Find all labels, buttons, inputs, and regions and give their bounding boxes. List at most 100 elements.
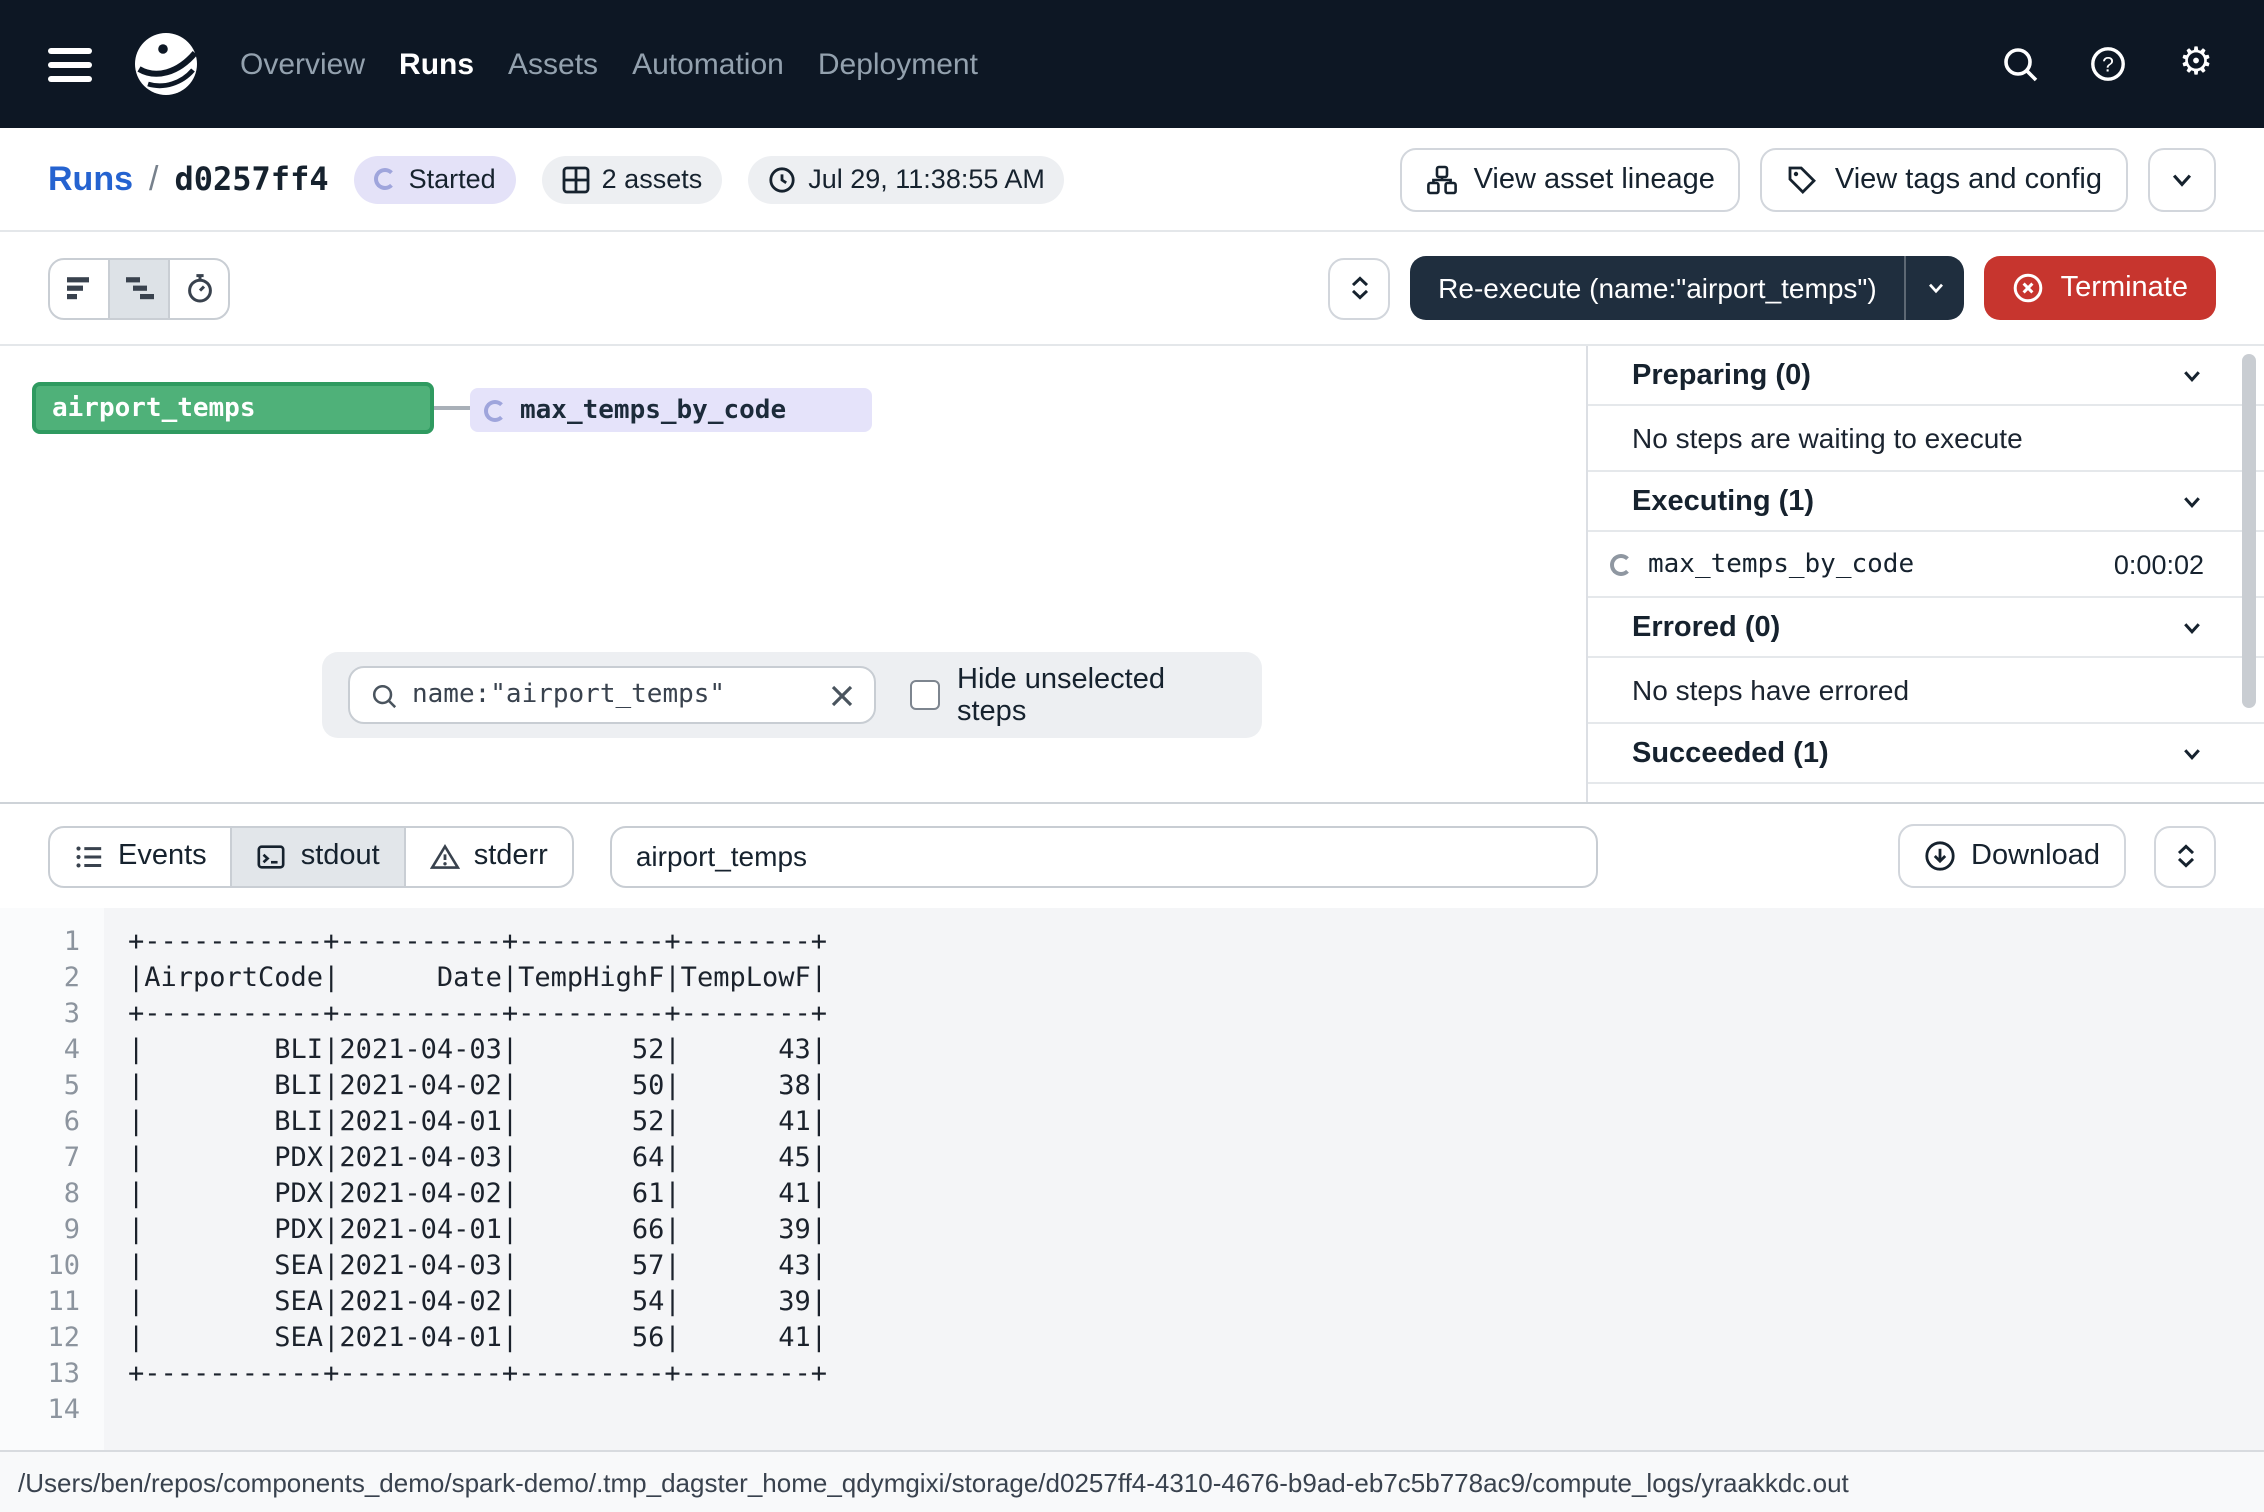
step-filter-value: name:"airport_temps" (412, 680, 815, 710)
log-line: 8| PDX|2021-04-02| 61| 41| (0, 1176, 2264, 1212)
executing-spinner-icon (1610, 553, 1632, 575)
run-status-badge: Started (355, 155, 516, 203)
tab-stdout[interactable]: stdout (231, 825, 406, 887)
toolbar-actions: Re-execute (name:"airport_temps") Termin… (1328, 256, 2216, 320)
chevron-down-icon (2180, 489, 2204, 513)
chevron-down-icon (2180, 615, 2204, 639)
assets-badge[interactable]: 2 assets (542, 155, 723, 203)
log-file-path: /Users/ben/repos/components_demo/spark-d… (18, 1467, 1849, 1497)
expand-logs-button[interactable] (2154, 825, 2216, 887)
running-spinner-icon (484, 399, 506, 421)
breadcrumb-runs-link[interactable]: Runs (48, 159, 133, 199)
download-icon (1923, 840, 1955, 872)
log-line: 10| SEA|2021-04-03| 57| 43| (0, 1248, 2264, 1284)
log-line: 14 (0, 1392, 2264, 1428)
step-filter-bar: name:"airport_temps" Hide unselected ste… (322, 652, 1262, 738)
chevron-down-icon (2168, 165, 2196, 193)
timestamp-badge: Jul 29, 11:38:55 AM (748, 155, 1065, 203)
chevron-down-icon (2180, 741, 2204, 765)
reexecute-button[interactable]: Re-execute (name:"airport_temps") (1410, 256, 1965, 320)
section-executing-header[interactable]: Executing (1) (1588, 472, 2264, 532)
search-icon[interactable] (2000, 44, 2040, 84)
log-line: 11| SEA|2021-04-02| 54| 39| (0, 1284, 2264, 1320)
nav-item-assets[interactable]: Assets (508, 47, 598, 81)
log-actions: Download (1897, 824, 2216, 888)
stdout-log-content: 1+-----------+----------+---------+-----… (0, 908, 2264, 1452)
section-preparing-header[interactable]: Preparing (0) (1588, 346, 2264, 406)
run-toolbar: Re-execute (name:"airport_temps") Termin… (0, 232, 2264, 346)
clear-filter-icon[interactable] (829, 683, 853, 707)
section-errored-header[interactable]: Errored (0) (1588, 598, 2264, 658)
gantt-timer-view-button[interactable] (168, 257, 230, 319)
errored-empty-text: No steps have errored (1588, 658, 2264, 724)
gantt-waterfall-view-button[interactable] (108, 257, 170, 319)
run-id: d0257ff4 (174, 160, 328, 198)
section-succeeded-header[interactable]: Succeeded (1) (1588, 724, 2264, 784)
tab-events[interactable]: Events (48, 825, 233, 887)
tag-icon (1787, 163, 1819, 195)
preparing-empty-text: No steps are waiting to execute (1588, 406, 2264, 472)
up-down-chevrons-icon (2171, 842, 2199, 870)
dagster-logo-icon[interactable] (128, 26, 204, 102)
warning-triangle-icon (430, 841, 460, 871)
header-actions: View asset lineage View tags and config (1400, 147, 2216, 211)
nav-item-automation[interactable]: Automation (632, 47, 784, 81)
grid-icon (562, 165, 590, 193)
terminate-button[interactable]: Terminate (1985, 256, 2216, 320)
tab-stderr[interactable]: stderr (404, 825, 574, 887)
expand-panel-button[interactable] (1328, 257, 1390, 319)
log-line: 2|AirportCode| Date|TempHighF|TempLowF| (0, 960, 2264, 996)
log-line: 9| PDX|2021-04-01| 66| 39| (0, 1212, 2264, 1248)
log-panel: Events stdout stderr airport_temps Downl… (0, 802, 2264, 1450)
gantt-flat-view-button[interactable] (48, 257, 110, 319)
gantt-view-toggle (48, 257, 230, 319)
step-filter-input[interactable]: name:"airport_temps" (348, 666, 875, 724)
log-line: 4| BLI|2021-04-03| 52| 43| (0, 1032, 2264, 1068)
log-line: 5| BLI|2021-04-02| 50| 38| (0, 1068, 2264, 1104)
help-icon[interactable]: ? (2088, 44, 2128, 84)
log-line: 3+-----------+----------+---------+-----… (0, 996, 2264, 1032)
log-line: 6| BLI|2021-04-01| 52| 41| (0, 1104, 2264, 1140)
menu-icon[interactable] (48, 47, 92, 81)
search-icon (370, 681, 398, 709)
view-tags-config-button[interactable]: View tags and config (1761, 147, 2128, 211)
gear-icon[interactable]: ⚙ (2176, 44, 2216, 84)
reexecute-dropdown-button[interactable] (1905, 256, 1965, 320)
step-connector-line (434, 406, 470, 410)
svg-text:?: ? (2102, 54, 2114, 77)
flat-bars-icon (63, 272, 95, 304)
step-elapsed-time: 0:00:02 (2114, 549, 2204, 579)
waterfall-bars-icon (123, 272, 155, 304)
circle-x-icon (2013, 272, 2045, 304)
gantt-step-airport-temps[interactable]: airport_temps (32, 382, 434, 434)
run-header: Runs / d0257ff4 Started 2 assets Jul 29,… (0, 128, 2264, 232)
nav-item-overview[interactable]: Overview (240, 47, 365, 81)
log-line: 1+-----------+----------+---------+-----… (0, 924, 2264, 960)
run-steps-sidebar: Preparing (0) No steps are waiting to ex… (1586, 346, 2264, 802)
nav-links: Overview Runs Assets Automation Deployme… (240, 47, 978, 81)
sidebar-scrollbar[interactable] (2242, 354, 2256, 708)
log-file-path-bar: /Users/ben/repos/components_demo/spark-d… (0, 1450, 2264, 1512)
nav-item-runs[interactable]: Runs (399, 47, 474, 81)
header-more-button[interactable] (2148, 147, 2216, 211)
log-toolbar: Events stdout stderr airport_temps Downl… (0, 804, 2264, 908)
event-list-icon (74, 841, 104, 871)
nav-icons: ? ⚙ (2000, 44, 2216, 84)
log-filter-input[interactable]: airport_temps (610, 825, 1598, 887)
hide-unselected-checkbox[interactable] (909, 680, 939, 710)
up-down-chevrons-icon (1345, 274, 1373, 302)
executing-step-row[interactable]: max_temps_by_code 0:00:02 (1588, 532, 2264, 598)
clock-icon (768, 165, 796, 193)
chevron-down-icon (2180, 363, 2204, 387)
download-button[interactable]: Download (1897, 824, 2126, 888)
gantt-canvas: airport_temps max_temps_by_code name:"ai… (0, 346, 1586, 802)
log-line: 13+-----------+----------+---------+----… (0, 1356, 2264, 1392)
view-asset-lineage-button[interactable]: View asset lineage (1400, 147, 1741, 211)
stopwatch-icon (183, 272, 215, 304)
lineage-icon (1426, 163, 1458, 195)
terminal-icon (257, 841, 287, 871)
nav-item-deployment[interactable]: Deployment (818, 47, 978, 81)
gantt-step-max-temps-by-code[interactable]: max_temps_by_code (470, 388, 872, 432)
hide-unselected-label: Hide unselected steps (957, 663, 1236, 727)
caret-down-icon (1924, 276, 1948, 300)
